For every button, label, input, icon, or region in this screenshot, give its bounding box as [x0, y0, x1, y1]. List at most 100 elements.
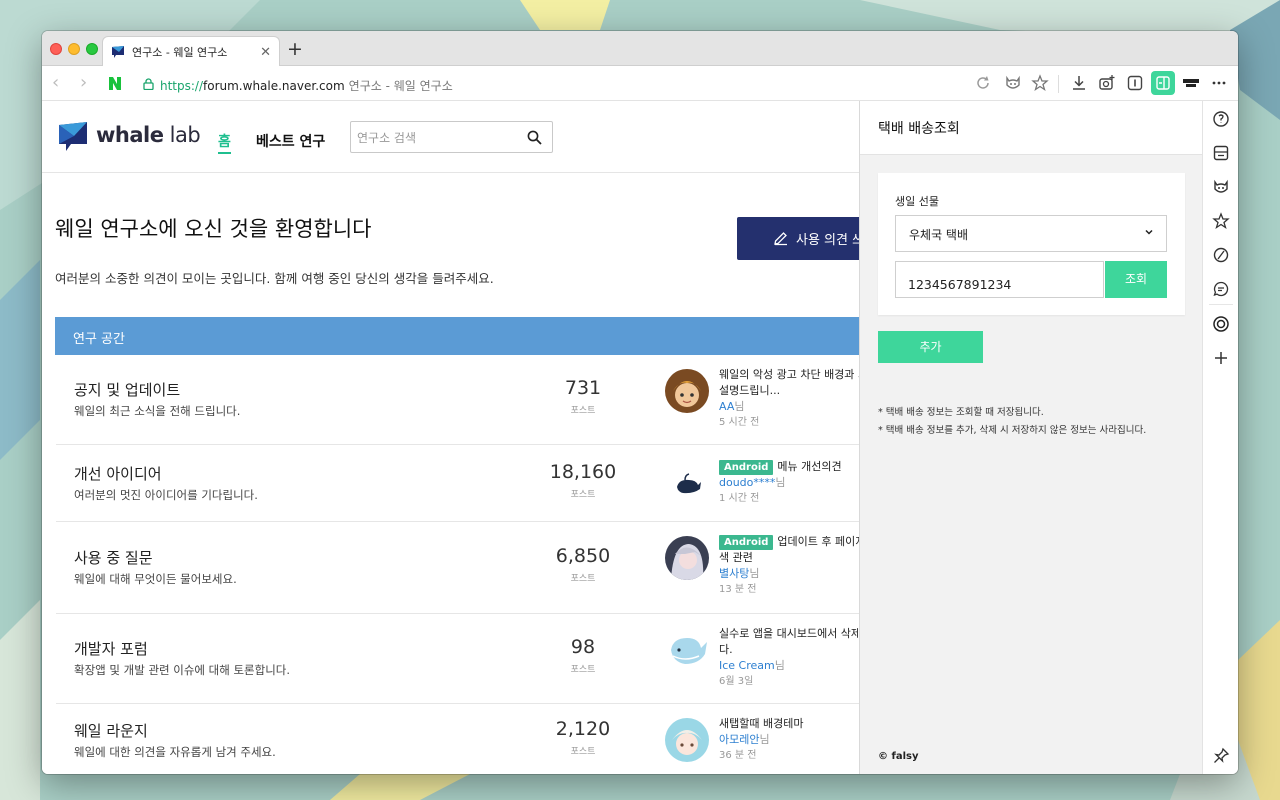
new-tab-button[interactable]: +	[287, 40, 303, 59]
forward-arrow-icon[interactable]: ›	[80, 74, 87, 92]
papago-icon[interactable]	[1212, 110, 1230, 128]
latest-post-time: 5 시간 전	[719, 417, 760, 428]
latest-post-title-1[interactable]: 업데이트 후 페이지	[777, 535, 859, 548]
avatar[interactable]	[665, 628, 709, 672]
reload-icon[interactable]	[974, 74, 992, 92]
music-icon[interactable]	[1212, 246, 1230, 264]
lock-icon[interactable]	[143, 78, 154, 90]
logo-word-lab: lab	[163, 123, 201, 147]
url-host: forum.whale.naver.com	[203, 79, 345, 93]
pin-icon[interactable]	[1212, 747, 1230, 765]
latest-post[interactable]: Android 업데이트 후 페이지 색 관련 별사탕님 13 분 전	[719, 534, 859, 598]
target-icon[interactable]	[1212, 315, 1230, 333]
latest-post-title-1[interactable]: 실수로 앱을 대시보드에서 삭제	[719, 626, 859, 642]
whale-lab-logo-icon[interactable]	[58, 121, 88, 153]
sidebar-dock	[1202, 101, 1238, 774]
latest-post[interactable]: 웨일의 악성 광고 차단 배경과 기 설명드립니... AA님 5 시간 전	[719, 367, 859, 431]
avatar-image	[665, 536, 709, 580]
latest-post-time: 36 분 전	[719, 750, 757, 761]
forum-row[interactable]: 개발자 포럼 확장앱 및 개발 관련 이슈에 대해 토론합니다. 98 포스트 …	[56, 614, 859, 704]
avatar[interactable]	[665, 461, 709, 505]
url-scheme: https://	[160, 79, 204, 93]
naver-n-icon[interactable]	[108, 76, 122, 91]
chevron-down-icon	[1145, 229, 1153, 235]
latest-post-author[interactable]: 아모레안	[719, 733, 759, 746]
bookmark-star-icon[interactable]	[1031, 74, 1049, 92]
toolbar-divider	[1058, 75, 1059, 93]
latest-post-title-2[interactable]: 색 관련	[719, 550, 859, 566]
bookmark-star-icon[interactable]	[1212, 212, 1230, 230]
latest-post-author[interactable]: doudo****	[719, 476, 775, 489]
search-box	[350, 121, 553, 153]
tracking-card: 생일 선물 우체국 택배 조회	[878, 173, 1185, 315]
nav-best-research[interactable]: 베스트 연구	[256, 131, 325, 151]
note-line: * 택배 배송 정보를 추가, 삭제 시 저장하지 않은 정보는 사라집니다.	[878, 425, 1147, 436]
forum-row[interactable]: 공지 및 업데이트 웨일의 최근 소식을 전해 드립니다. 731 포스트 웨일…	[56, 355, 859, 445]
forum-row[interactable]: 사용 중 질문 웨일에 대해 무엇이든 물어보세요. 6,850 포스트 And…	[56, 522, 859, 614]
avatar[interactable]	[665, 369, 709, 413]
forum-title[interactable]: 공지 및 업데이트	[74, 379, 180, 400]
add-icon[interactable]	[1212, 349, 1230, 367]
forum-desc: 확장앱 및 개발 관련 이슈에 대해 토론합니다.	[74, 663, 291, 677]
tracking-label[interactable]: 생일 선물	[895, 193, 939, 209]
avatar-image	[665, 718, 709, 762]
more-icon[interactable]	[1210, 74, 1228, 92]
avatar[interactable]	[665, 718, 709, 762]
forum-desc: 웨일에 대한 의견을 자유롭게 남겨 주세요.	[74, 745, 276, 759]
capture-icon[interactable]	[1098, 74, 1116, 92]
tracking-number-input[interactable]	[895, 261, 1104, 298]
latest-post[interactable]: 실수로 앱을 대시보드에서 삭제 다. Ice Cream님 6월 3일	[719, 626, 859, 690]
tab-close-icon[interactable]: ✕	[260, 46, 271, 59]
forum-title[interactable]: 개선 아이디어	[74, 463, 162, 484]
latest-post-title-1[interactable]: 메뉴 개선의견	[777, 460, 841, 473]
latest-post-author[interactable]: 별사탕	[719, 567, 749, 580]
whale-lab-logo-text[interactable]: whale lab	[96, 123, 201, 147]
latest-post-author[interactable]: AA	[719, 400, 734, 413]
browser-tab[interactable]: 연구소 - 웨일 연구소 ✕	[102, 36, 280, 67]
page-subtitle: 여러분의 소중한 의견이 모이는 곳입니다. 함께 여행 중인 당신의 생각을 …	[55, 271, 494, 286]
latest-post-title-1[interactable]: 새탭할때 배경테마	[719, 716, 859, 732]
back-arrow-icon[interactable]: ‹	[52, 74, 59, 92]
post-count-label: 포스트	[570, 490, 596, 500]
whale-mascot-icon[interactable]	[1212, 178, 1230, 196]
latest-post[interactable]: 새탭할때 배경테마 아모레안님 36 분 전	[719, 716, 859, 764]
forum-title[interactable]: 개발자 포럼	[74, 638, 148, 659]
latest-post[interactable]: Android 메뉴 개선의견 doudo****님 1 시간 전	[719, 459, 859, 507]
forum-row[interactable]: 웨일 라운지 웨일에 대한 의견을 자유롭게 남겨 주세요. 2,120 포스트…	[56, 704, 859, 774]
sidebar-toggle-button[interactable]	[1151, 71, 1175, 95]
falsy-lab-icon[interactable]	[1182, 74, 1200, 92]
calculator-icon[interactable]	[1212, 144, 1230, 162]
latest-post-title-1[interactable]: 웨일의 악성 광고 차단 배경과 기	[719, 367, 859, 383]
close-window-button[interactable]	[50, 43, 62, 55]
post-count: 18,160	[549, 461, 617, 483]
extension-panel-icon[interactable]	[1126, 74, 1144, 92]
write-feedback-button[interactable]: 사용 의견 쓰	[737, 217, 859, 260]
avatar[interactable]	[665, 536, 709, 580]
android-tag: Android	[719, 460, 774, 475]
page-title: 웨일 연구소에 오신 것을 환영합니다	[55, 217, 372, 241]
latest-post-author[interactable]: Ice Cream	[719, 659, 775, 672]
latest-post-time: 13 분 전	[719, 584, 757, 595]
post-count: 731	[564, 377, 602, 399]
nav-home[interactable]: 홈	[218, 131, 231, 151]
search-input[interactable]	[357, 128, 517, 148]
latest-post-title-2[interactable]: 다.	[719, 642, 859, 658]
download-icon[interactable]	[1070, 74, 1088, 92]
minimize-window-button[interactable]	[68, 43, 80, 55]
add-button[interactable]: 추가	[878, 331, 983, 363]
sidebar-toggle-icon	[1156, 76, 1170, 90]
carrier-select[interactable]: 우체국 택배	[895, 215, 1167, 252]
panel-footer: © falsy	[878, 751, 919, 762]
avatar-image	[677, 473, 701, 494]
forum-title[interactable]: 웨일 라운지	[74, 720, 148, 741]
url-field[interactable]: https://forum.whale.naver.com 연구소 - 웨일 연구…	[160, 77, 453, 94]
search-icon[interactable]	[527, 130, 542, 145]
query-button[interactable]: 조회	[1105, 261, 1167, 298]
forum-row[interactable]: 개선 아이디어 여러분의 멋진 아이디어를 기다립니다. 18,160 포스트 …	[56, 445, 859, 522]
forum-title[interactable]: 사용 중 질문	[74, 547, 153, 568]
zoom-window-button[interactable]	[86, 43, 98, 55]
panel-title: 택배 배송조회	[860, 101, 1202, 155]
whale-mascot-icon[interactable]	[1004, 74, 1022, 92]
latest-post-title-2[interactable]: 설명드립니...	[719, 383, 859, 399]
chat-icon[interactable]	[1212, 280, 1230, 298]
